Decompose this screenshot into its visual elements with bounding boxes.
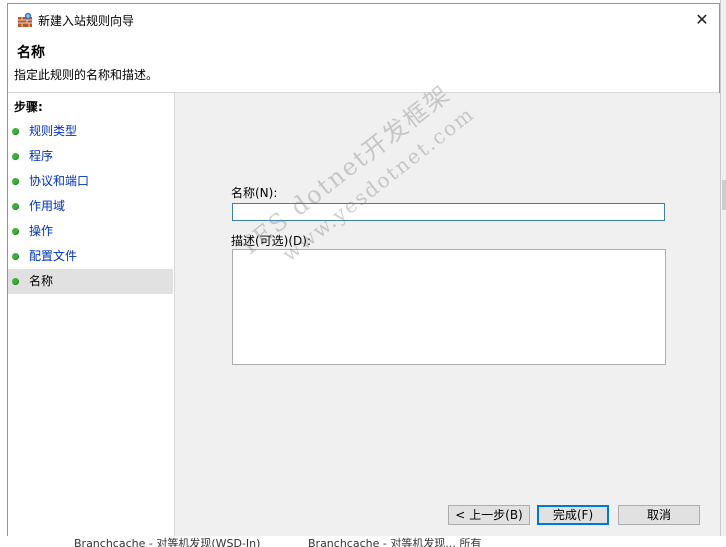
background-row-text: Branchcache - 对等机发现... 所有	[308, 537, 482, 547]
finish-button[interactable]: 完成(F)	[537, 505, 609, 525]
back-button[interactable]: < 上一步(B)	[448, 505, 530, 525]
cancel-button[interactable]: 取消	[618, 505, 700, 525]
background-row-text: Branchcache - 对等机发现(WSD-In)	[74, 537, 261, 547]
step-bullet-icon	[12, 128, 19, 135]
close-icon: ✕	[695, 9, 709, 29]
title-bar[interactable]: 新建入站规则向导 ✕	[8, 4, 719, 35]
step-bullet-icon	[12, 203, 19, 210]
content-panel: 名称(N): 描述(可选)(D): < 上一步(B) 完成(F) 取消	[174, 93, 720, 536]
step-bullet-icon	[12, 278, 19, 285]
step-scope[interactable]: 作用域	[8, 194, 174, 219]
firewall-icon	[17, 12, 35, 28]
wizard-header: 名称 指定此规则的名称和描述。	[8, 35, 719, 93]
step-label: 名称	[29, 274, 54, 288]
step-action[interactable]: 操作	[8, 219, 174, 244]
name-input[interactable]	[232, 203, 665, 221]
step-bullet-icon	[12, 228, 19, 235]
step-protocol-and-ports[interactable]: 协议和端口	[8, 169, 174, 194]
step-program[interactable]: 程序	[8, 144, 174, 169]
background-scrollbar	[722, 180, 726, 210]
window-title: 新建入站规则向导	[38, 14, 135, 28]
step-bullet-icon	[12, 178, 19, 185]
close-button[interactable]: ✕	[689, 7, 715, 31]
page-description: 指定此规则的名称和描述。	[14, 68, 159, 82]
step-profile[interactable]: 配置文件	[8, 244, 174, 269]
step-rule-type[interactable]: 规则类型	[8, 119, 174, 144]
name-label: 名称(N):	[231, 186, 278, 200]
step-label: 程序	[29, 149, 54, 163]
step-name[interactable]: 名称	[8, 269, 173, 294]
background-window-edge	[720, 0, 726, 547]
step-bullet-icon	[12, 253, 19, 260]
step-label: 协议和端口	[29, 174, 90, 188]
page-title: 名称	[17, 45, 45, 61]
steps-panel: 步骤: 规则类型 程序 协议和端口 作用域 操作 配置文件 名称	[8, 93, 174, 536]
description-label: 描述(可选)(D):	[231, 234, 312, 248]
step-label: 规则类型	[29, 124, 78, 138]
new-inbound-rule-wizard-dialog: 新建入站规则向导 ✕ 名称 指定此规则的名称和描述。 步骤: 规则类型 程序 协…	[7, 3, 720, 536]
steps-title: 步骤:	[14, 100, 43, 114]
step-label: 作用域	[29, 199, 66, 213]
step-label: 配置文件	[29, 249, 78, 263]
steps-list: 规则类型 程序 协议和端口 作用域 操作 配置文件 名称	[8, 119, 174, 294]
description-textarea[interactable]	[232, 249, 666, 365]
background-window-bottom: Branchcache - 对等机发现(WSD-In) Branchcache …	[0, 536, 726, 547]
step-bullet-icon	[12, 153, 19, 160]
step-label: 操作	[29, 224, 54, 238]
